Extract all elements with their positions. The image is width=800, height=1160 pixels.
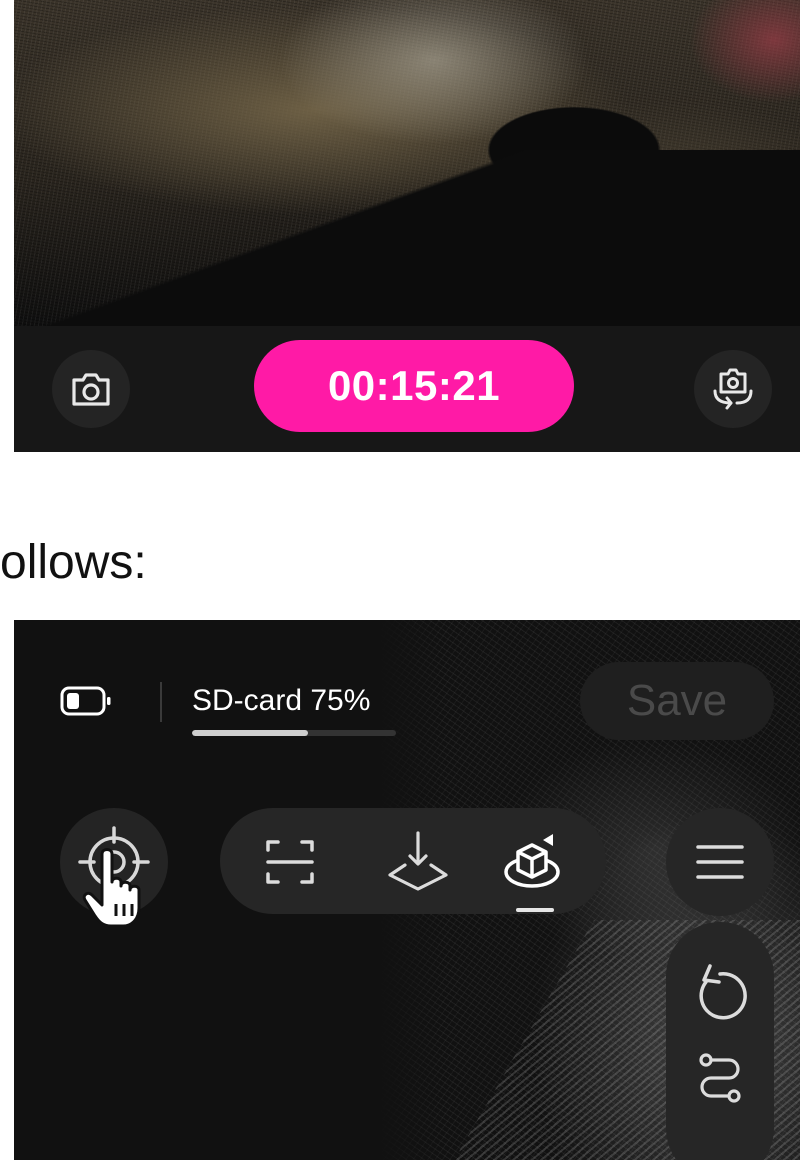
scan-mode-toolbar — [220, 808, 606, 914]
camera-button[interactable] — [52, 350, 130, 428]
3d-model-tool[interactable] — [492, 822, 572, 902]
recording-controls-bar: 00:15:21 — [14, 326, 800, 452]
switch-camera-button[interactable] — [694, 350, 772, 428]
hand-cursor-icon — [82, 848, 141, 928]
route-button[interactable] — [688, 1050, 752, 1114]
ground-point-icon — [388, 831, 448, 891]
undo-icon — [699, 964, 747, 1020]
point-cloud-view[interactable] — [14, 0, 800, 326]
caption-text: ollows: — [0, 536, 147, 589]
recording-screen: 00:15:21 — [14, 0, 800, 452]
sd-card-label: SD-card 75% — [192, 684, 371, 717]
record-timer-button[interactable]: 00:15:21 — [254, 340, 574, 432]
sd-card-progress — [192, 730, 396, 736]
ground-point-tool[interactable] — [378, 822, 458, 902]
3d-model-icon — [504, 834, 560, 888]
status-divider — [160, 682, 162, 722]
side-toolbar — [666, 922, 774, 1160]
scan-frame-icon — [266, 840, 314, 884]
save-button[interactable]: Save — [580, 662, 774, 740]
battery-icon — [60, 686, 111, 716]
status-bar: SD-card 75% Save — [14, 620, 800, 760]
scan-frame-tool[interactable] — [250, 822, 330, 902]
menu-button[interactable] — [666, 808, 774, 916]
menu-icon — [696, 845, 744, 879]
route-icon — [699, 1053, 741, 1103]
sd-card-progress-fill — [192, 730, 309, 736]
camera-icon — [72, 373, 110, 406]
recording-timer: 00:15:21 — [327, 362, 501, 409]
active-tool-indicator — [516, 908, 554, 912]
undo-button[interactable] — [688, 960, 752, 1024]
camera-switch-icon — [713, 368, 753, 410]
